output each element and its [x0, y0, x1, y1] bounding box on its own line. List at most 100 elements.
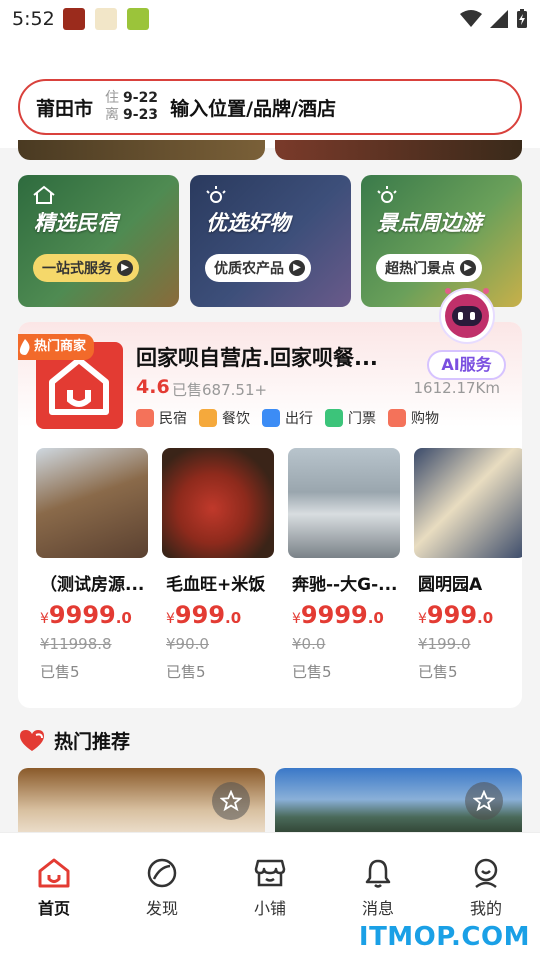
product-image	[288, 448, 400, 558]
category-shopping[interactable]: 购物	[388, 408, 439, 428]
checkin-date: 9-22	[123, 90, 159, 106]
tab-profile[interactable]: 我的	[446, 857, 526, 919]
category-tickets[interactable]: 门票	[325, 408, 376, 428]
battery-icon	[517, 9, 527, 28]
shop-categories: 民宿 餐饮 出行 门票 购物	[136, 408, 439, 428]
product-price: ¥9999.0	[288, 601, 400, 629]
price-decimal: .0	[115, 609, 132, 627]
section-title: 热门推荐	[18, 727, 130, 754]
homestay-icon	[136, 409, 154, 427]
tab-home[interactable]: 首页	[14, 857, 94, 919]
wifi-icon	[460, 10, 482, 27]
store-icon	[254, 859, 286, 887]
bell-icon	[365, 859, 391, 888]
scrolled-image	[18, 140, 265, 160]
price-integer: 9999	[48, 601, 116, 629]
banner-homestay[interactable]: 精选民宿 一站式服务 ▶	[18, 175, 179, 307]
flame-icon	[19, 339, 30, 355]
ticket-icon	[325, 409, 343, 427]
product-name: 毛血旺+米饭	[166, 575, 266, 595]
category-homestay[interactable]: 民宿	[136, 408, 187, 428]
product-price: ¥999.0	[414, 601, 522, 629]
banner-title: 优选好物	[206, 211, 290, 235]
date-selector[interactable]: 住 9-22 离 9-23	[105, 90, 158, 124]
banner-pill[interactable]: 优质农产品 ▶	[205, 254, 311, 282]
product-image	[36, 448, 148, 558]
product-item[interactable]: 奔驰--大G-... ¥9999.0 ¥0.0 已售5	[288, 448, 400, 682]
product-sold-count: 已售5	[40, 663, 80, 681]
tab-label: 我的	[469, 899, 502, 918]
arrow-right-icon: ▶	[289, 260, 305, 276]
price-integer: 999	[426, 601, 478, 629]
tab-store[interactable]: 小铺	[230, 857, 310, 919]
price-integer: 9999	[300, 601, 368, 629]
house-icon	[33, 185, 55, 204]
tab-label: 消息	[361, 899, 394, 918]
tab-messages[interactable]: 消息	[338, 857, 418, 919]
search-input[interactable]: 输入位置/品牌/酒店	[170, 94, 336, 121]
category-travel[interactable]: 出行	[262, 408, 313, 428]
banner-goods[interactable]: 优选好物 优质农产品 ▶	[190, 175, 351, 307]
search-bar[interactable]: 莆田市 住 9-22 离 9-23 输入位置/品牌/酒店	[18, 79, 522, 135]
banner-pill[interactable]: 超热门景点 ▶	[376, 254, 482, 282]
tab-label: 小铺	[253, 899, 286, 918]
product-sold-count: 已售5	[418, 663, 458, 681]
status-indicators	[460, 9, 528, 29]
arrow-right-icon: ▶	[117, 260, 133, 276]
product-item[interactable]: 圆明园A ¥999.0 ¥199.0 已售5	[414, 448, 522, 682]
price-decimal: .0	[477, 609, 494, 627]
heart-icon	[20, 729, 44, 751]
price-currency: ¥	[40, 611, 49, 627]
favorite-button[interactable]	[465, 782, 503, 820]
bus-icon	[262, 409, 280, 427]
checkin-label: 住	[105, 90, 120, 106]
category-label: 门票	[348, 411, 376, 427]
banner-pill-label: 一站式服务	[42, 261, 112, 277]
scrolled-image	[275, 140, 522, 160]
product-name: （测试房源...	[40, 575, 145, 595]
watermark: ITMOP.COM	[358, 922, 530, 952]
banner-pill-label: 超热门景点	[385, 261, 455, 277]
product-item[interactable]: （测试房源... ¥9999.0 ¥11998.8 已售5	[36, 448, 148, 682]
product-original-price: ¥199.0	[418, 635, 471, 653]
tab-label: 首页	[37, 899, 70, 918]
star-icon	[473, 790, 495, 812]
category-dining[interactable]: 餐饮	[199, 408, 250, 428]
price-decimal: .0	[367, 609, 384, 627]
status-time: 5:52	[12, 8, 55, 30]
category-label: 出行	[285, 411, 313, 427]
product-sold-count: 已售5	[166, 663, 206, 681]
banner-pill[interactable]: 一站式服务 ▶	[33, 254, 139, 282]
shop-name[interactable]: 回家呗自营店.回家呗餐...	[136, 342, 378, 372]
signal-icon	[490, 10, 508, 28]
checkout-date: 9-23	[123, 107, 159, 123]
tab-label: 发现	[145, 899, 178, 918]
ai-service-label[interactable]: AI服务	[427, 350, 506, 380]
product-price: ¥999.0	[162, 601, 274, 629]
section-title-text: 热门推荐	[54, 731, 131, 753]
product-item[interactable]: 毛血旺+米饭 ¥999.0 ¥90.0 已售5	[162, 448, 274, 682]
city-selector[interactable]: 莆田市	[36, 94, 93, 121]
ai-assistant-button[interactable]	[436, 283, 498, 349]
status-bar: 5:52	[0, 0, 540, 38]
recommend-card[interactable]	[275, 768, 522, 838]
product-name: 圆明园A	[418, 575, 483, 595]
shopping-icon	[388, 409, 406, 427]
product-name: 奔驰--大G-...	[292, 575, 398, 595]
notification-app-icon	[62, 8, 85, 30]
price-integer: 999	[174, 601, 226, 629]
product-original-price: ¥0.0	[292, 635, 326, 653]
tab-discover[interactable]: 发现	[122, 857, 202, 919]
compass-icon	[147, 858, 177, 888]
product-image	[414, 448, 522, 558]
hot-shop-label: 热门商家	[34, 339, 87, 354]
favorite-button[interactable]	[212, 782, 250, 820]
hot-shop-badge: 热门商家	[18, 334, 95, 360]
profile-icon	[474, 858, 498, 889]
checkout-label: 离	[105, 107, 120, 123]
banner-title: 精选民宿	[34, 211, 118, 235]
recommend-card[interactable]	[18, 768, 265, 838]
sun-icon	[206, 186, 226, 203]
category-label: 购物	[411, 411, 439, 427]
robot-icon	[439, 288, 495, 344]
